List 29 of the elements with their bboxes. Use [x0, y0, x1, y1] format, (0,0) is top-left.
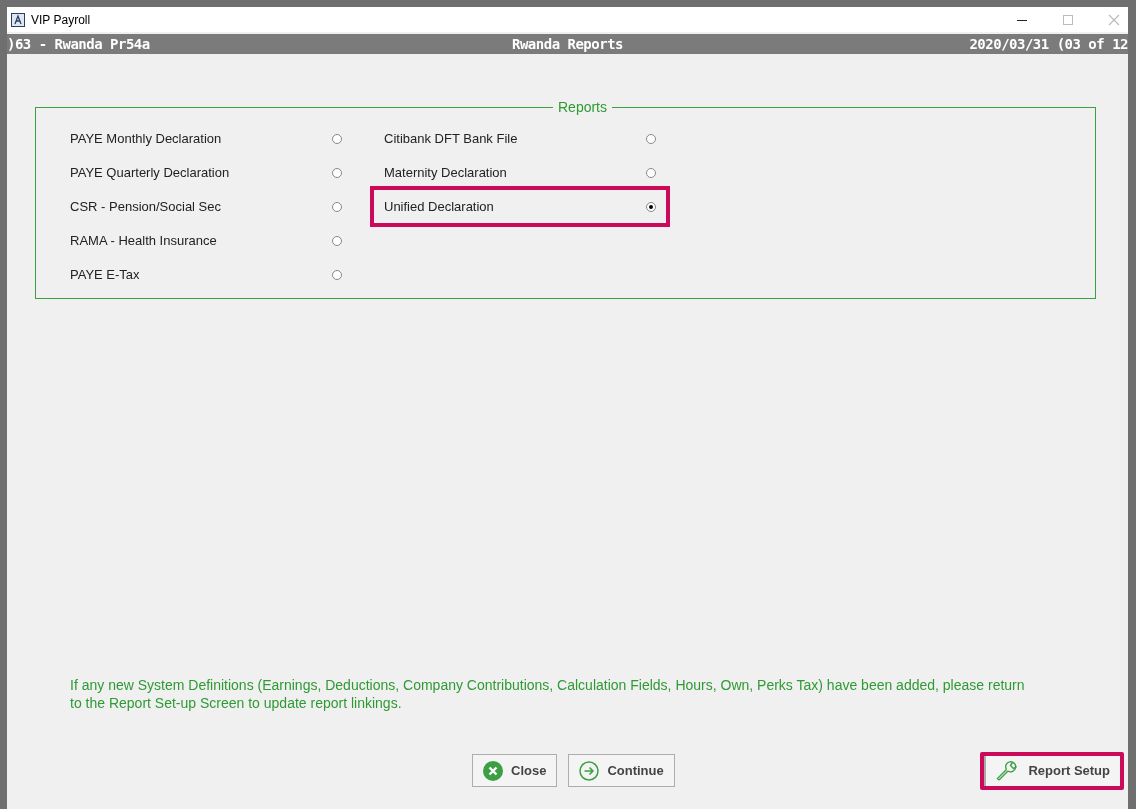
close-button[interactable]: Close: [472, 754, 558, 787]
radio-button[interactable]: [332, 167, 342, 178]
radio-button[interactable]: [332, 133, 342, 144]
option-label: PAYE E-Tax: [70, 267, 140, 282]
radio-button[interactable]: [332, 269, 342, 280]
company-label: )63 - Rwanda Pr54a: [7, 36, 150, 52]
radio-button[interactable]: [332, 235, 342, 246]
option-label: Unified Declaration: [384, 199, 494, 214]
radio-button[interactable]: [332, 201, 342, 212]
radio-button[interactable]: [646, 201, 656, 212]
option-label: PAYE Monthly Declaration: [70, 131, 222, 146]
window-title: VIP Payroll: [31, 12, 91, 27]
option-label: PAYE Quarterly Declaration: [70, 165, 230, 180]
info-note: If any new System Definitions (Earnings, Deductions, Company Contributions, Calculation Fields, Hours, Own, Perks Tax) have been added, please return to the Report Set-up Screen to update report linkings.: [70, 676, 1026, 712]
screen-title: Rwanda Reports: [512, 36, 623, 52]
group-title: Reports: [557, 99, 608, 115]
report-setup-button[interactable]: Report Setup: [984, 755, 1120, 786]
maximize-icon[interactable]: [1062, 13, 1074, 26]
close-icon: [483, 760, 503, 781]
radio-button[interactable]: [646, 133, 656, 144]
app-icon: [11, 12, 25, 27]
option-label: CSR - Pension/Social Sec: [70, 199, 221, 214]
option-label: RAMA - Health Insurance: [70, 233, 217, 248]
radio-button[interactable]: [646, 167, 656, 178]
close-icon[interactable]: [1108, 13, 1120, 26]
option-label: Citibank DFT Bank File: [384, 131, 518, 146]
option-label: Maternity Declaration: [384, 165, 507, 180]
continue-button[interactable]: Continue: [568, 754, 675, 787]
period-label: 2020/03/31 (03 of 12: [969, 36, 1128, 52]
